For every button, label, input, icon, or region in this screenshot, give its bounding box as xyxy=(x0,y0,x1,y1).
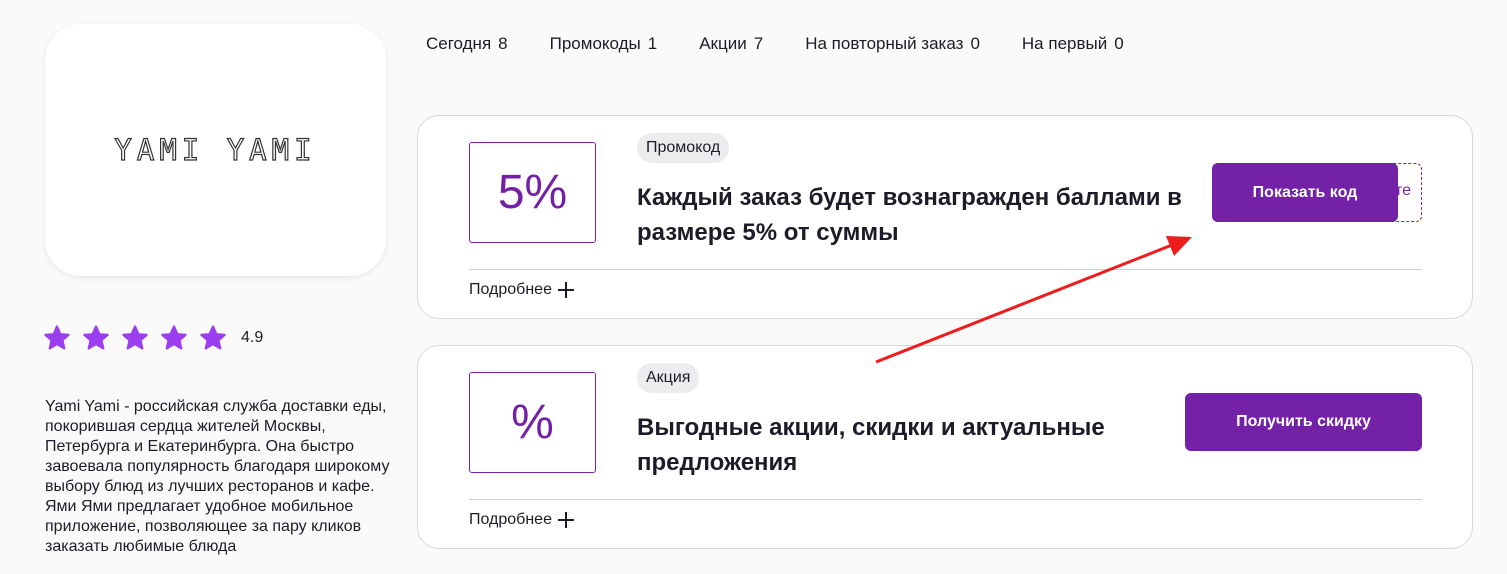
tab-promotions[interactable]: Акции 7 xyxy=(699,34,763,54)
offer-title: Каждый заказ будет вознагражден баллами … xyxy=(637,184,1182,246)
tab-label: Промокоды xyxy=(549,34,641,53)
tab-promocodes[interactable]: Промокоды 1 xyxy=(550,34,658,54)
tab-count: 7 xyxy=(753,34,764,53)
star-icon xyxy=(122,325,148,351)
get-discount-button[interactable]: Получить скидку xyxy=(1185,393,1422,451)
show-code-button[interactable]: Показать код xyxy=(1212,163,1398,222)
tab-label: На повторный заказ xyxy=(805,34,964,53)
store-logo: YAMI YAMI xyxy=(114,132,317,167)
store-logo-card: YAMI YAMI xyxy=(45,24,386,276)
star-icon xyxy=(161,325,187,351)
details-toggle[interactable]: Подробнее xyxy=(469,281,574,299)
tab-label: Акции xyxy=(699,34,747,53)
offer-title: Выгодные акции, скидки и актуальные пред… xyxy=(637,414,1105,476)
tab-count: 8 xyxy=(498,34,508,53)
divider xyxy=(469,269,1422,270)
details-toggle[interactable]: Подробнее xyxy=(469,511,574,529)
tab-count: 0 xyxy=(970,34,980,53)
offer-type-badge: Акция xyxy=(637,363,700,393)
tab-label: На первый xyxy=(1021,34,1108,53)
offer-type-badge: Промокод xyxy=(637,133,730,163)
offer-value: 5% xyxy=(469,142,596,243)
plus-icon xyxy=(557,512,574,528)
rating: 4.9 xyxy=(44,325,263,351)
tab-count: 1 xyxy=(647,34,658,53)
filter-tabs: Сегодня 8 Промокоды 1 Акции 7 На повторный … xyxy=(426,34,1166,54)
tab-repeat-order[interactable]: На повторный заказ 0 xyxy=(805,34,980,54)
details-label: Подробнее xyxy=(469,281,552,298)
offer-card-promocode: 5% Промокод Каждый заказ будет вознаграж… xyxy=(417,115,1473,319)
tab-count: 0 xyxy=(1114,34,1124,53)
offer-card-promotion: % Акция Выгодные акции, скидки и актуаль… xyxy=(417,345,1473,549)
tab-first-order[interactable]: На первый 0 xyxy=(1022,34,1124,54)
tab-today[interactable]: Сегодня 8 xyxy=(426,34,508,54)
tab-label: Сегодня xyxy=(426,34,492,53)
star-icon xyxy=(83,325,109,351)
divider xyxy=(469,499,1422,500)
offer-value: % xyxy=(469,372,596,473)
promo-code-reveal[interactable]: те Показать код xyxy=(1212,163,1422,222)
store-description: Yami Yami - российская служба доставки е… xyxy=(45,398,390,555)
star-icon xyxy=(44,325,70,351)
rating-value: 4.9 xyxy=(241,329,264,346)
plus-icon xyxy=(557,282,574,298)
page: YAMI YAMI 4.9 Yami Yami - российская слу… xyxy=(0,0,1507,574)
star-icon xyxy=(200,325,226,351)
details-label: Подробнее xyxy=(469,511,552,528)
